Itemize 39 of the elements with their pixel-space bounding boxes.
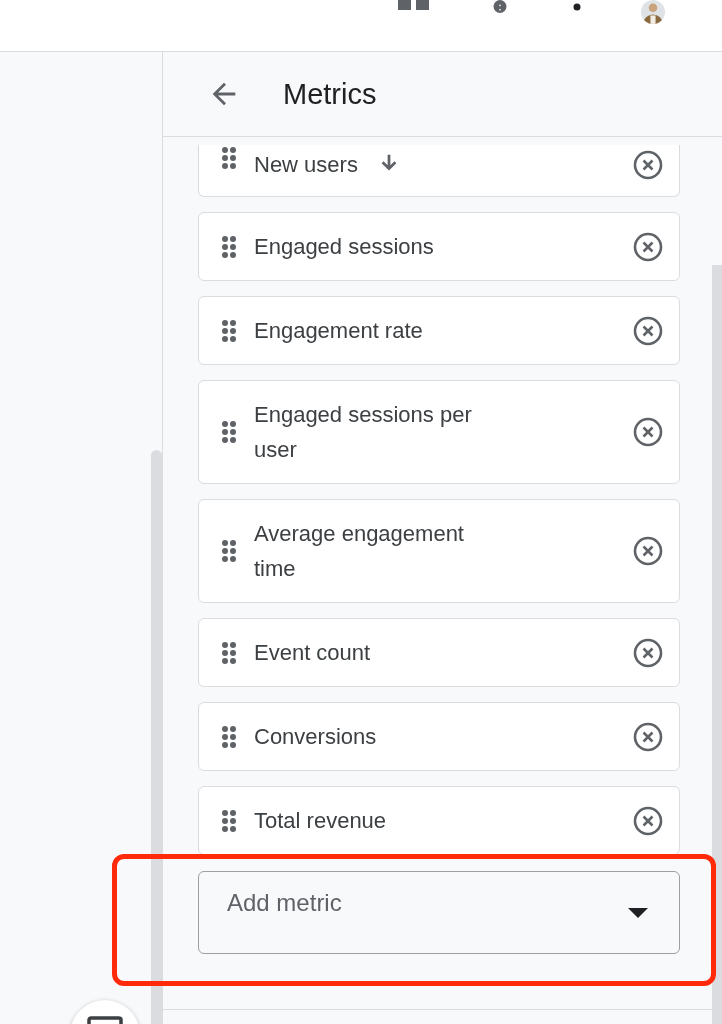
metric-name: New users [254,151,358,179]
remove-icon[interactable] [633,805,663,836]
metric-chip[interactable]: Average engagement time [198,499,680,603]
metric-name: Average engagement time [254,520,465,583]
drag-handle-icon[interactable] [221,809,237,832]
scrollbar[interactable] [712,265,722,1024]
metric-chip[interactable]: Event count [198,618,680,687]
drag-handle-icon[interactable] [221,319,237,342]
remove-icon[interactable] [633,637,663,668]
scrollbar[interactable] [151,450,162,1024]
metric-name: Engaged sessions per user [254,401,473,464]
remove-icon[interactable] [633,536,663,566]
metric-name: Engagement rate [254,317,423,345]
metric-name: Conversions [254,723,377,751]
drag-handle-icon[interactable] [221,421,237,443]
metric-chip[interactable]: Engagement rate [198,296,680,365]
metric-chip[interactable]: Engaged sessions per user [198,380,680,484]
remove-icon[interactable] [633,150,663,180]
dropdown-caret-icon[interactable] [628,908,648,918]
drag-handle-icon[interactable] [221,540,237,562]
drag-handle-icon[interactable] [221,235,237,258]
add-metric-dropdown[interactable]: Add metric [198,871,680,954]
more-icon[interactable] [573,3,581,11]
drag-handle-icon[interactable] [221,147,237,169]
remove-icon[interactable] [633,231,663,262]
remove-icon[interactable] [633,721,663,752]
metric-name: Event count [254,639,371,667]
apps-icon[interactable] [398,0,432,10]
remove-icon[interactable] [633,315,663,346]
panel-title: Metrics [283,77,377,111]
metric-name: Total revenue [254,807,387,835]
metric-chip[interactable]: Total revenue [198,786,680,855]
metric-name: Engaged sessions [254,233,434,261]
metric-chip[interactable]: Conversions [198,702,680,771]
metric-chip[interactable]: Engaged sessions [198,212,680,281]
drag-handle-icon[interactable] [221,725,237,748]
drag-handle-icon[interactable] [221,641,237,664]
remove-icon[interactable] [633,417,663,447]
metric-chip[interactable]: New users [198,145,680,197]
